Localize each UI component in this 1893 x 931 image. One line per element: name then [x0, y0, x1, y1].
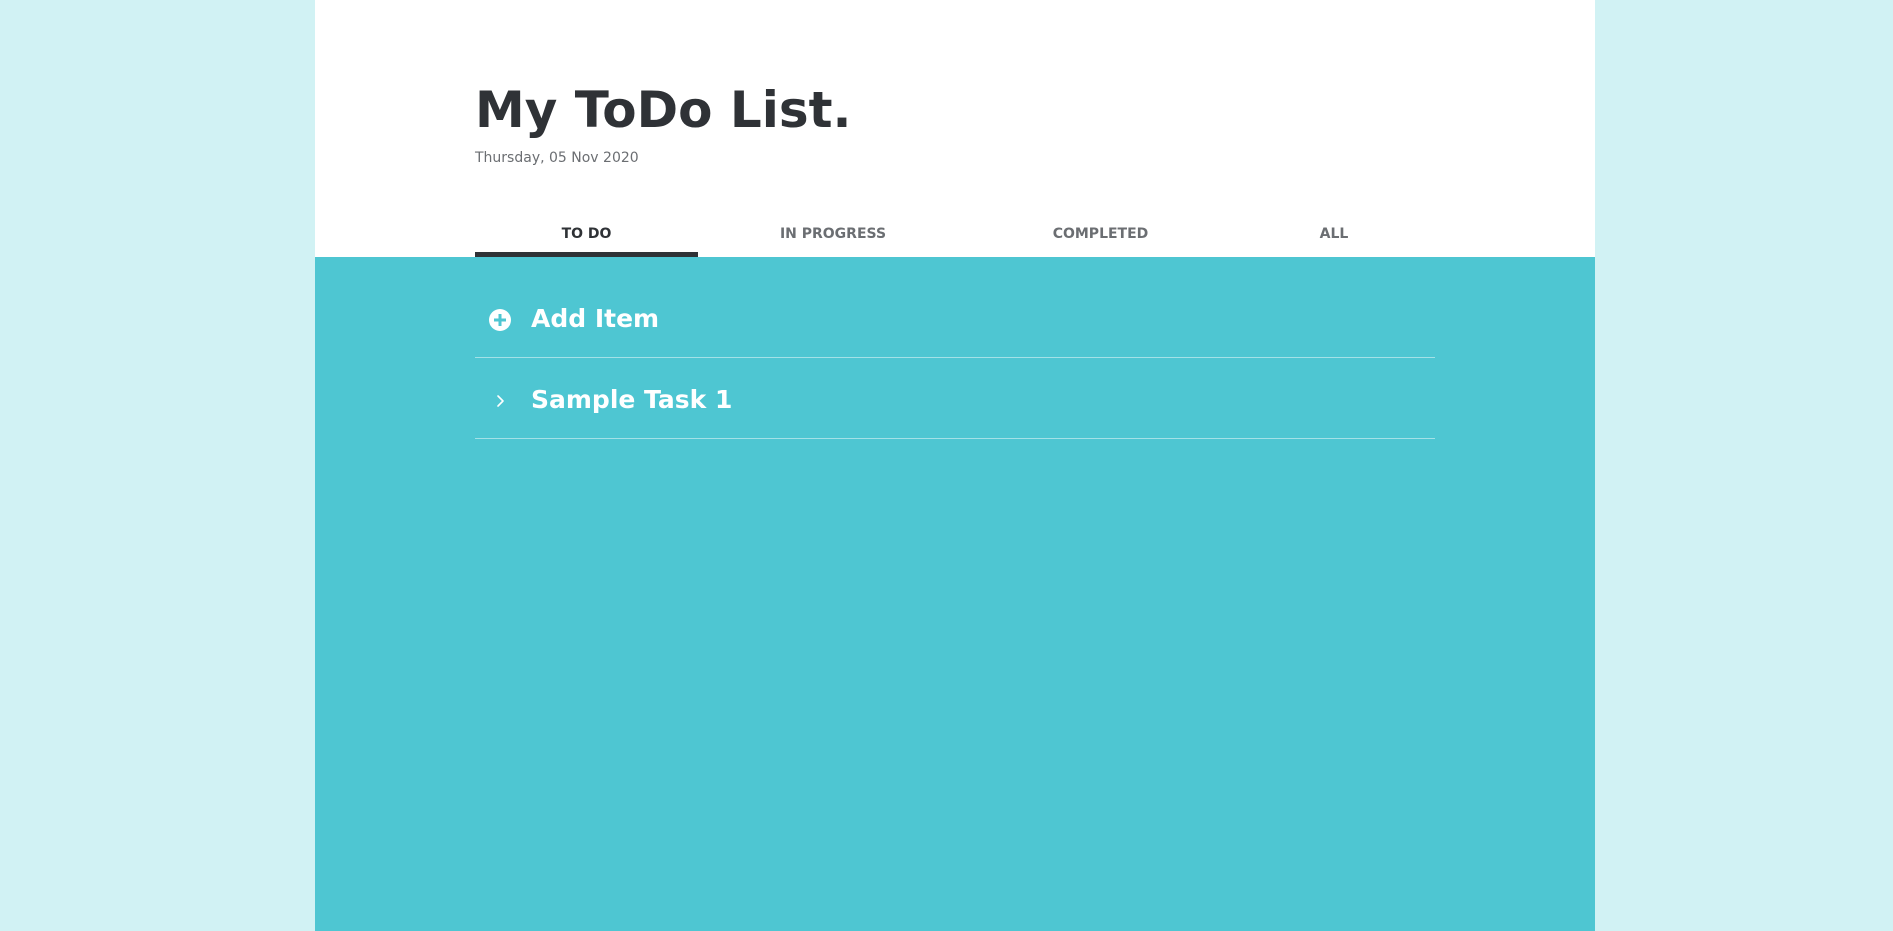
- add-item-button[interactable]: Add Item: [475, 278, 1435, 358]
- task-title: Sample Task 1: [531, 385, 733, 414]
- tab-to-do[interactable]: TO DO: [475, 216, 698, 257]
- page-title: My ToDo List.: [475, 81, 852, 139]
- tab-completed[interactable]: COMPLETED: [968, 216, 1233, 257]
- chevron-right-icon[interactable]: [489, 390, 511, 412]
- todo-app: My ToDo List. Thursday, 05 Nov 2020 TO D…: [315, 0, 1595, 931]
- tab-all[interactable]: ALL: [1233, 216, 1435, 257]
- status-tabs: TO DO IN PROGRESS COMPLETED ALL: [475, 216, 1435, 257]
- tab-in-progress[interactable]: IN PROGRESS: [698, 216, 968, 257]
- header: My ToDo List. Thursday, 05 Nov 2020 TO D…: [315, 0, 1595, 257]
- add-item-label: Add Item: [531, 304, 660, 333]
- plus-circle-icon: [489, 309, 511, 331]
- current-date: Thursday, 05 Nov 2020: [475, 150, 639, 166]
- list-item[interactable]: Sample Task 1: [475, 359, 1435, 439]
- todo-list: Add Item Sample Task 1: [475, 278, 1435, 439]
